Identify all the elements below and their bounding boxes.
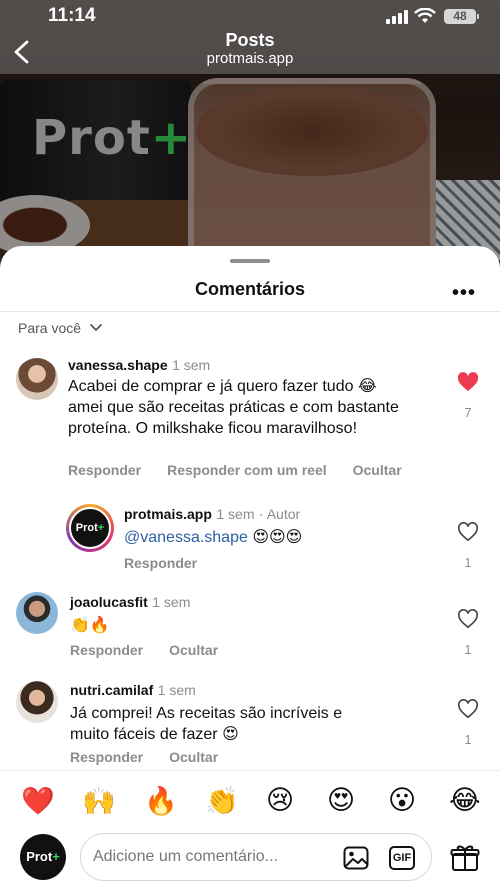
chevron-down-icon [90, 324, 102, 332]
comment-input-placeholder: Adicione um comentário... [93, 848, 278, 865]
comment-time: 1 sem [172, 357, 211, 373]
like-count: 7 [464, 405, 472, 420]
like-count: 1 [464, 732, 472, 747]
reaction-wow[interactable]: 😮 [388, 785, 416, 816]
hide-button[interactable]: Ocultar [353, 462, 402, 478]
comment-username[interactable]: joaolucasfit [70, 594, 148, 610]
brand-avatar: Prot+ [69, 507, 111, 549]
hide-button[interactable]: Ocultar [169, 749, 218, 765]
page-subtitle[interactable]: protmais.app [0, 50, 500, 67]
posts-header: Posts protmais.app [0, 26, 500, 74]
comment-username[interactable]: vanessa.shape [68, 357, 168, 373]
avatar[interactable] [16, 592, 58, 634]
heart-outline-icon[interactable] [457, 522, 479, 542]
like-control[interactable]: 1 [456, 609, 480, 657]
gif-icon[interactable]: GIF [389, 846, 415, 870]
like-control[interactable]: 1 [456, 522, 480, 570]
like-count: 1 [464, 642, 472, 657]
sheet-title: Comentários [194, 279, 306, 299]
comment-text: @vanessa.shape 😍😍😍 [124, 529, 303, 546]
comment-text: Acabei de comprar e já quero fazer tudo … [68, 378, 399, 437]
story-ring[interactable]: Prot+ [66, 504, 114, 552]
page-title: Posts [225, 30, 275, 50]
author-label: · Autor [258, 506, 301, 522]
gift-icon[interactable] [450, 844, 480, 872]
reaction-crying[interactable]: 😢 [266, 785, 294, 816]
comment-time: 1 sem [152, 594, 191, 610]
my-avatar: Prot+ [20, 834, 66, 880]
wifi-icon [414, 8, 436, 23]
comment-actions: Responder Ocultar [70, 642, 218, 658]
mention-link[interactable]: @vanessa.shape [124, 529, 248, 546]
cellular-signal-icon [386, 10, 408, 24]
sort-filter-label: Para você [18, 320, 82, 336]
comment-input[interactable]: Adicione um comentário... GIF [80, 833, 432, 881]
image-icon[interactable] [343, 846, 369, 870]
comment-text: 👏🔥 [70, 617, 110, 634]
comment-composer: Prot+ Adicione um comentário... GIF [0, 830, 500, 888]
comment-actions: Responder Responder com um reel Ocultar [68, 462, 402, 478]
like-count: 1 [464, 555, 472, 570]
avatar[interactable] [16, 681, 58, 723]
sheet-grabber[interactable] [230, 259, 270, 263]
like-control[interactable]: 7 [456, 372, 480, 420]
reply-with-reel-button[interactable]: Responder com um reel [167, 462, 327, 478]
reaction-heart-eyes[interactable]: 😍 [327, 785, 355, 816]
avatar[interactable] [16, 358, 58, 400]
heart-outline-icon[interactable] [457, 699, 479, 719]
battery-icon: 48 [444, 9, 479, 24]
reply-button[interactable]: Responder [68, 462, 141, 478]
hide-button[interactable]: Ocultar [169, 642, 218, 658]
quick-reactions-bar: ❤️ 🙌 🔥 👏 😢 😍 😮 😂 [0, 770, 500, 828]
comment-time: 1 sem [157, 682, 196, 698]
status-time: 11:14 [48, 5, 96, 26]
comment-text: Já comprei! As receitas são incríveis e … [70, 705, 343, 743]
comment-actions: Responder [124, 555, 197, 571]
reaction-fire[interactable]: 🔥 [144, 785, 178, 817]
comment-actions: Responder Ocultar [70, 749, 218, 765]
heart-outline-icon[interactable] [457, 609, 479, 629]
like-control[interactable]: 1 [456, 699, 480, 747]
heart-filled-icon[interactable] [457, 372, 479, 392]
sort-filter[interactable]: Para você [18, 320, 103, 336]
reaction-heart[interactable]: ❤️ [21, 785, 55, 817]
reply-button[interactable]: Responder [70, 749, 143, 765]
more-options-icon[interactable]: ••• [452, 282, 476, 305]
comment-username[interactable]: nutri.camilaf [70, 682, 153, 698]
comment-time: 1 sem [216, 506, 255, 522]
divider [0, 311, 500, 312]
comment-username[interactable]: protmais.app [124, 506, 212, 522]
reply-button[interactable]: Responder [124, 555, 197, 571]
reaction-clap[interactable]: 👏 [205, 785, 239, 817]
reaction-laughing[interactable]: 😂 [449, 785, 481, 816]
reaction-raised-hands[interactable]: 🙌 [82, 785, 116, 817]
reply-button[interactable]: Responder [70, 642, 143, 658]
